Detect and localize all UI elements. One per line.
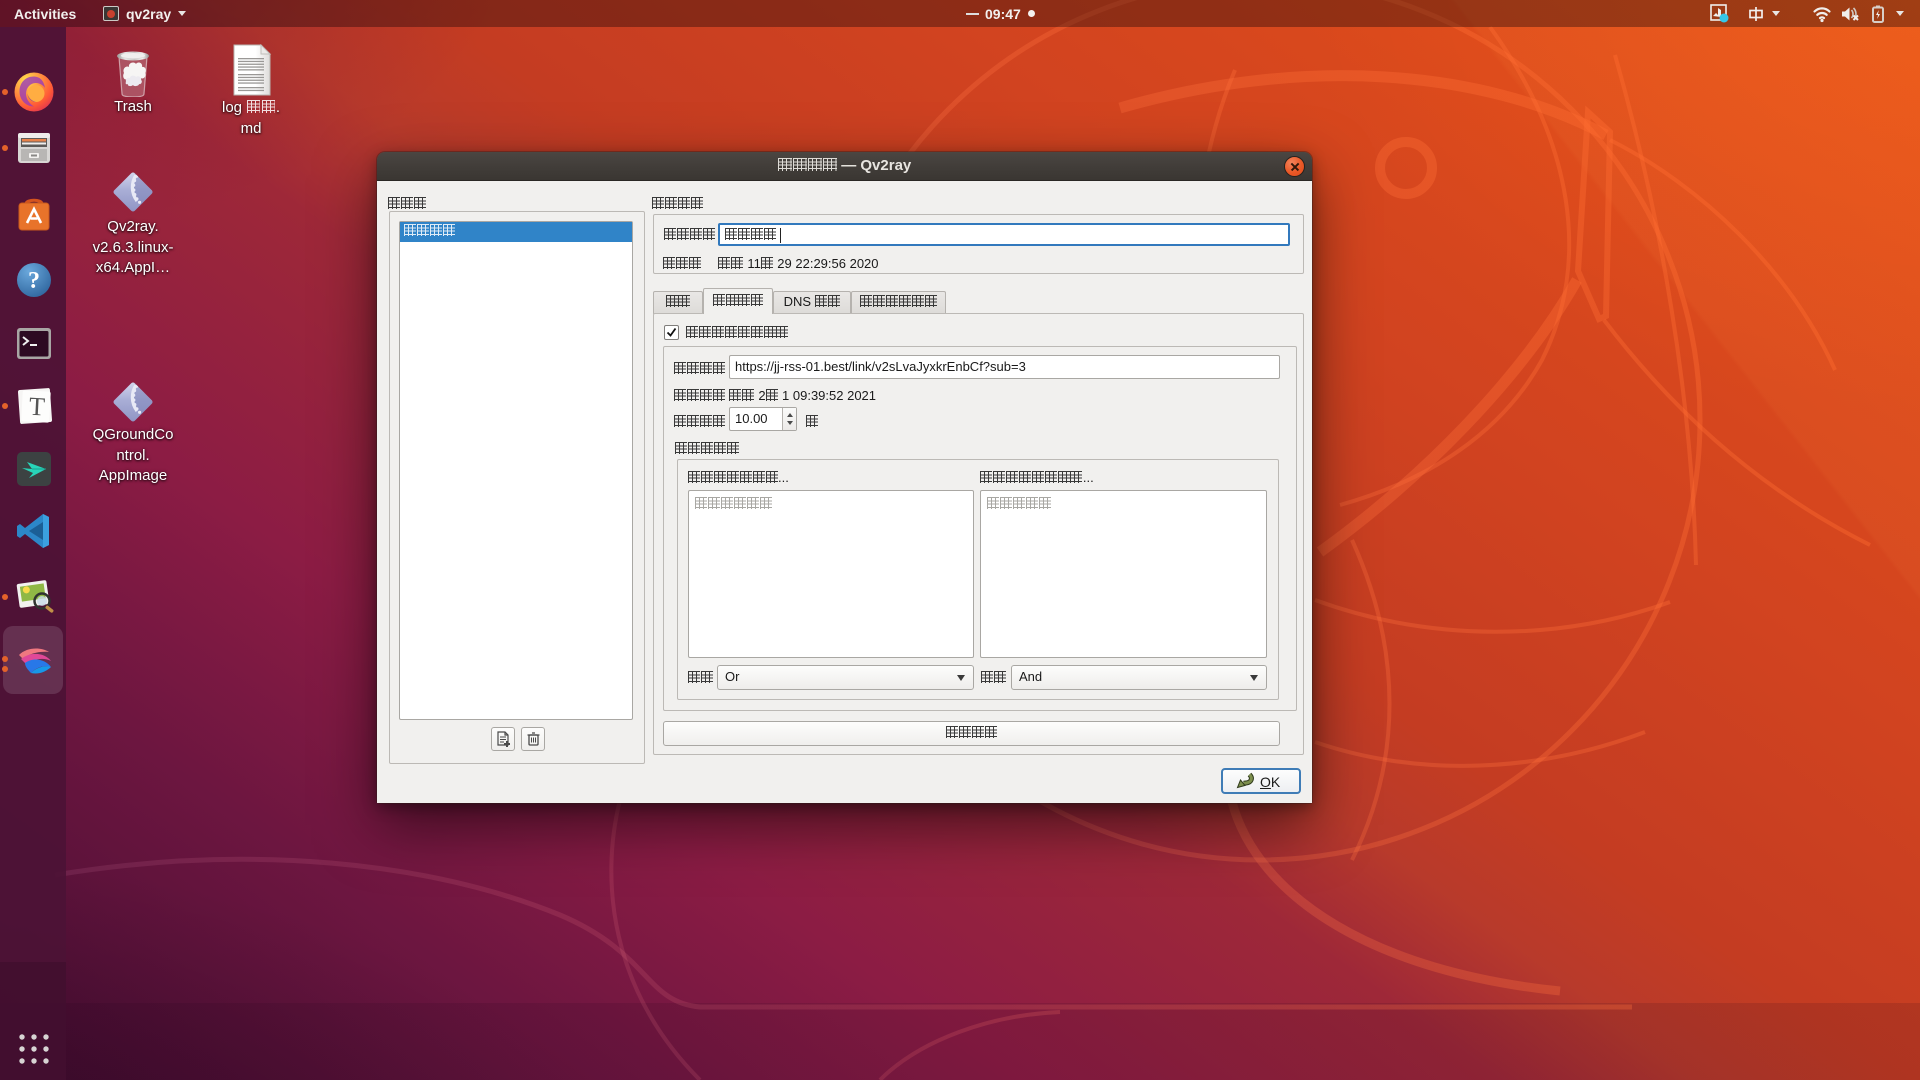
svg-text:T: T (28, 392, 45, 422)
svg-text:?: ? (28, 268, 40, 294)
